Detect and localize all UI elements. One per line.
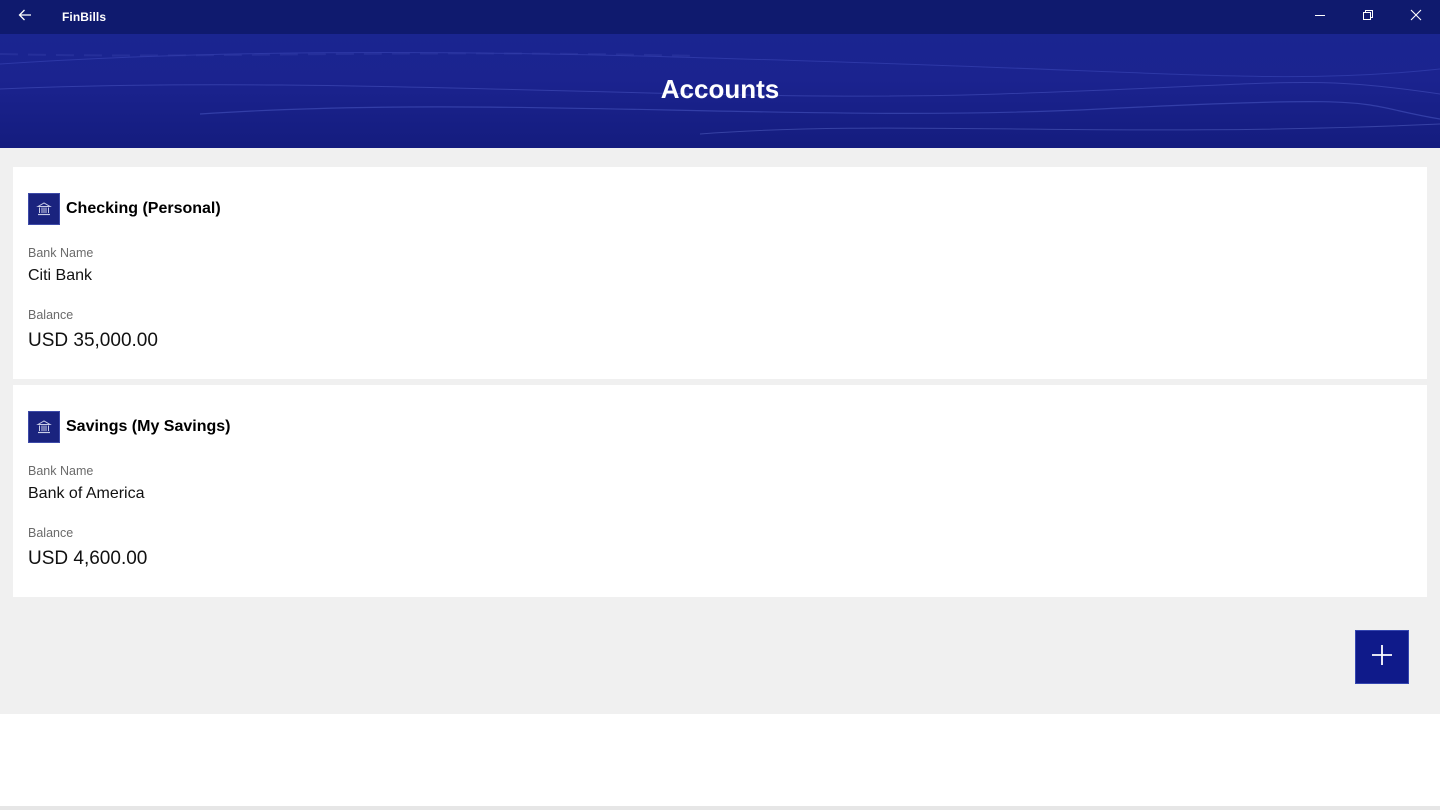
- balance-label: Balance: [28, 308, 74, 322]
- arrow-left-icon: [17, 7, 33, 28]
- add-account-button[interactable]: [1355, 630, 1409, 684]
- app-window: FinBills Accounts Checking (Personal) Ba…: [0, 0, 1440, 810]
- close-icon: [1410, 8, 1422, 26]
- bank-name-label: Bank Name: [28, 464, 94, 478]
- plus-icon: [1370, 643, 1394, 672]
- accounts-list: Checking (Personal) Bank Name Citi Bank …: [0, 148, 1440, 714]
- account-card[interactable]: Savings (My Savings) Bank Name Bank of A…: [13, 385, 1427, 597]
- bank-name-value: Citi Bank: [28, 267, 93, 284]
- account-card-header: Savings (My Savings): [28, 411, 231, 443]
- close-button[interactable]: [1392, 0, 1440, 34]
- bank-icon: [28, 411, 60, 443]
- restore-button[interactable]: [1344, 0, 1392, 34]
- window-controls: [1296, 0, 1440, 34]
- back-button[interactable]: [0, 0, 50, 34]
- bank-name-label: Bank Name: [28, 246, 94, 260]
- account-title: Savings (My Savings): [66, 418, 231, 435]
- bank-icon: [28, 193, 60, 225]
- app-title: FinBills: [62, 10, 107, 24]
- title-bar: FinBills: [0, 0, 1440, 34]
- account-card[interactable]: Checking (Personal) Bank Name Citi Bank …: [13, 167, 1427, 379]
- account-title: Checking (Personal): [66, 200, 221, 217]
- bottom-divider: [0, 806, 1440, 810]
- balance-value: USD 35,000.00: [28, 330, 158, 351]
- balance-label: Balance: [28, 526, 74, 540]
- balance-value: USD 4,600.00: [28, 548, 148, 569]
- minimize-button[interactable]: [1296, 0, 1344, 34]
- account-card-header: Checking (Personal): [28, 193, 221, 225]
- restore-icon: [1362, 8, 1374, 26]
- bank-name-value: Bank of America: [28, 485, 145, 502]
- minimize-icon: [1314, 8, 1326, 26]
- page-title: Accounts: [660, 74, 780, 104]
- header-banner: Accounts: [0, 34, 1440, 148]
